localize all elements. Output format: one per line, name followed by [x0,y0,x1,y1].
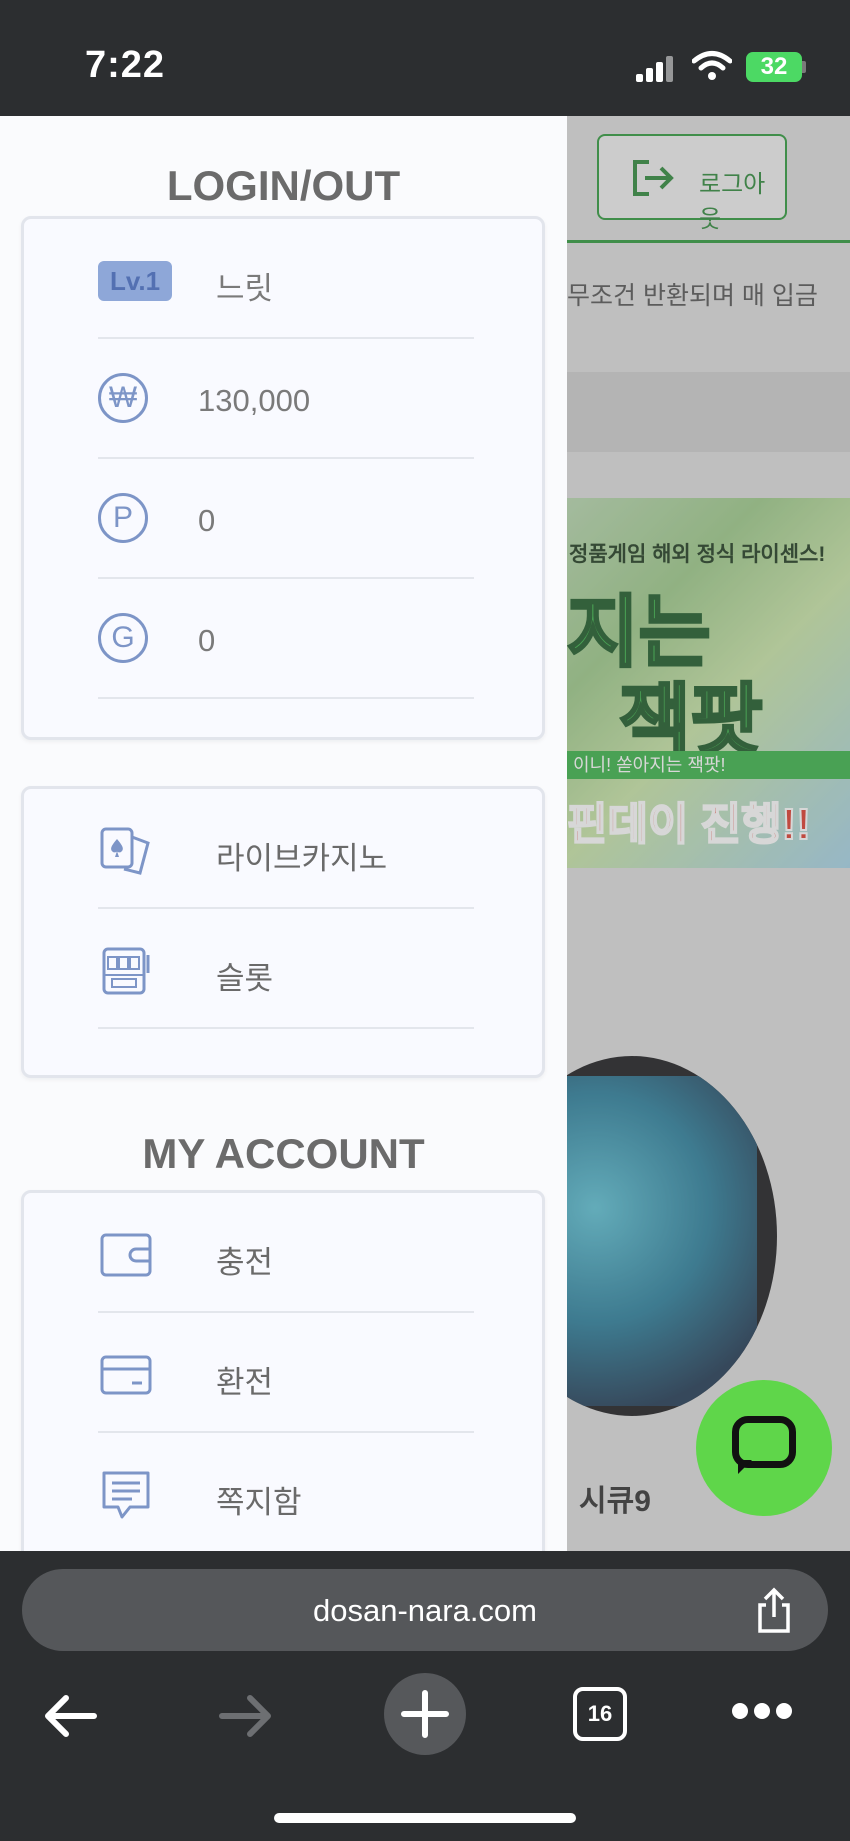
won-icon: ₩ [98,373,148,423]
battery-tip [802,61,806,73]
chat-bubble-tail [738,1460,752,1474]
points-row: P 0 [98,459,474,579]
plus-icon [401,1690,449,1738]
menu-label: 라이브카지노 [216,841,388,876]
cellular-signal-icon [636,56,674,82]
status-bar: 7:22 32 [0,0,850,116]
new-tab-button[interactable] [384,1673,466,1755]
message-icon [102,1471,150,1519]
wallet-icon [100,1233,152,1277]
url-text: dosan-nara.com [312,1593,537,1628]
login-section-title: LOGIN/OUT [166,162,401,209]
menu-item-deposit[interactable]: 충전 [98,1193,474,1313]
more-icon[interactable] [732,1703,792,1723]
home-indicator [274,1813,576,1823]
level-badge: Lv.1 [98,261,172,301]
side-drawer: LOGIN/OUT Lv.1 느릿 ₩ 130,000 P 0 G 0 라이브카… [0,116,567,1551]
address-bar[interactable]: dosan-nara.com [22,1569,828,1651]
back-arrow-icon[interactable] [40,1691,100,1741]
slot-machine-icon [102,947,150,995]
gold-row: G 0 [98,579,474,699]
gold-icon: G [98,613,148,663]
share-icon[interactable] [752,1587,796,1635]
tabs-button[interactable]: 16 [573,1687,627,1741]
points-icon: P [98,493,148,543]
balance-row: ₩ 130,000 [98,339,474,459]
dim-overlay[interactable] [567,116,850,1551]
user-info-card: Lv.1 느릿 ₩ 130,000 P 0 G 0 [21,216,545,740]
menu-label: 충전 [216,1245,274,1280]
gold-value: 0 [198,623,216,658]
points-value: 0 [198,503,216,538]
menu-label: 쪽지함 [216,1485,302,1520]
wifi-icon [692,51,732,80]
account-section-title: MY ACCOUNT [142,1130,425,1177]
balance-value: 130,000 [198,383,311,418]
status-time: 7:22 [85,44,166,86]
menu-item-slot[interactable]: 슬롯 [98,909,474,1029]
menu-label: 슬롯 [216,961,274,996]
menu-item-messages[interactable]: 쪽지함 [98,1433,474,1551]
account-card: 충전 환전 쪽지함 [21,1190,545,1551]
chat-button[interactable] [696,1380,832,1516]
menu-item-withdraw[interactable]: 환전 [98,1313,474,1433]
menu-item-live-casino[interactable]: 라이브카지노 [98,789,474,909]
games-card: 라이브카지노 슬롯 [21,786,545,1078]
menu-label: 환전 [216,1365,274,1400]
browser-toolbar: dosan-nara.com 16 [0,1551,850,1841]
user-level-row: Lv.1 느릿 [98,219,474,339]
card-icon [100,1355,152,1395]
cards-icon [100,827,150,875]
forward-arrow-icon[interactable] [216,1691,276,1741]
battery-icon: 32 [746,52,802,82]
username: 느릿 [216,271,274,306]
